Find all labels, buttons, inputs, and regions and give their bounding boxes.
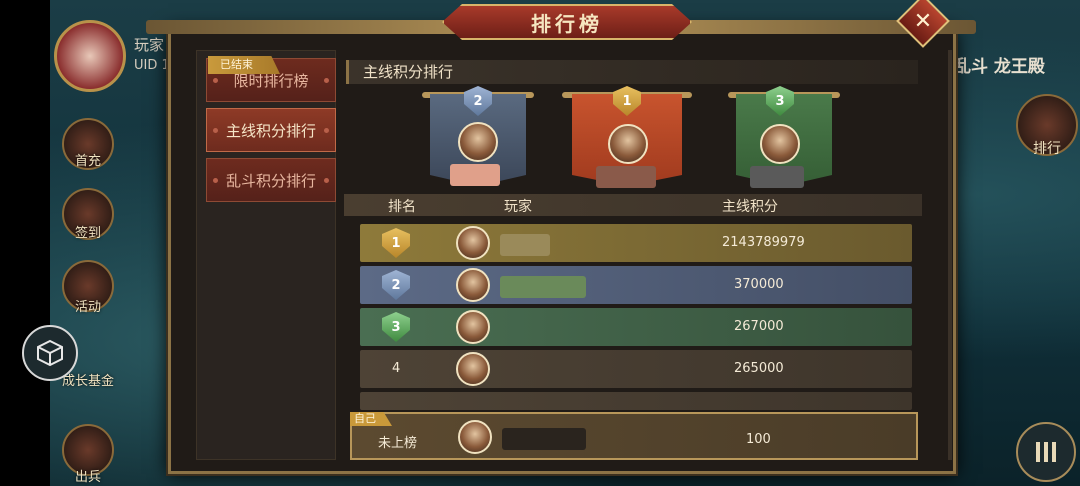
tab-brawl-score-ranking[interactable]: 乱斗积分排行 — [206, 158, 336, 202]
tab-mainline-score-ranking[interactable]: 主线积分排行 — [206, 108, 336, 152]
header-score: 主线积分 — [722, 199, 778, 215]
player-score: 265000 — [734, 361, 784, 376]
rank-2-shield-icon: 2 — [382, 270, 410, 300]
player-name-redacted — [500, 234, 550, 256]
rank-3-shield-icon: 3 — [382, 312, 410, 342]
checkin-label: 签到 — [74, 226, 101, 241]
close-icon[interactable]: ✕ — [904, 2, 942, 40]
podium-name-1-redacted — [596, 166, 656, 188]
table-row[interactable]: 1 2143789979 — [360, 224, 912, 262]
player-portrait[interactable] — [456, 310, 490, 344]
player-portrait[interactable] — [456, 268, 490, 302]
table-row[interactable]: 3 267000 — [360, 308, 912, 346]
podium-portrait-2[interactable] — [458, 122, 498, 162]
table-row[interactable]: 2 370000 — [360, 266, 912, 304]
player-avatar[interactable] — [54, 20, 126, 92]
activity-label: 活动 — [74, 300, 101, 315]
player-rank: 4 — [392, 361, 401, 376]
tab-dot-icon — [324, 178, 329, 183]
player-score: 370000 — [734, 277, 784, 292]
map-title: 乱斗 龙王殿 — [954, 57, 1045, 77]
menu-icon[interactable] — [1016, 422, 1076, 482]
table-row-partial[interactable] — [360, 392, 912, 410]
player-score: 2143789979 — [722, 235, 805, 250]
dispatch-label: 出兵 — [74, 470, 101, 485]
dialog-title-plate: 排行榜 — [442, 4, 692, 40]
rank-1-shield-icon: 1 — [382, 228, 410, 258]
player-name-redacted — [500, 276, 586, 298]
rank-label: 排行 — [1033, 141, 1061, 157]
dialog-title: 排行榜 — [531, 11, 603, 36]
player-score: 267000 — [734, 319, 784, 334]
self-portrait[interactable] — [458, 420, 492, 454]
tab-dot-icon — [324, 128, 329, 133]
self-name-redacted — [502, 428, 586, 450]
player-portrait[interactable] — [456, 352, 490, 386]
header-rank: 排名 — [388, 199, 416, 215]
cube-menu-icon[interactable] — [22, 325, 78, 381]
tab-label: 乱斗积分排行 — [225, 171, 316, 190]
self-row: 未上榜 100 — [350, 412, 918, 460]
table-row[interactable]: 4 265000 — [360, 350, 912, 388]
header-player: 玩家 — [504, 199, 532, 215]
podium-portrait-1[interactable] — [608, 124, 648, 164]
podium-name-3-redacted — [750, 166, 804, 188]
scrollbar[interactable] — [948, 50, 952, 460]
self-score: 100 — [746, 432, 771, 447]
tab-dot-icon — [213, 178, 218, 183]
table-header: 排名 玩家 主线积分 — [344, 194, 922, 216]
tab-label: 主线积分排行 — [225, 121, 316, 140]
left-letterbox — [0, 0, 50, 486]
ended-badge: 已结束 — [208, 56, 280, 74]
podium-name-2-redacted — [450, 164, 500, 186]
player-uid: UID 1 — [134, 58, 170, 73]
player-portrait[interactable] — [456, 226, 490, 260]
player-name: 玩家 — [134, 36, 165, 54]
first-charge-label: 首充 — [74, 154, 101, 169]
tab-dot-icon — [213, 78, 218, 83]
podium-portrait-3[interactable] — [760, 124, 800, 164]
tab-dot-icon — [213, 128, 218, 133]
section-title: 主线积分排行 — [346, 60, 918, 84]
tab-dot-icon — [324, 78, 329, 83]
self-rank: 未上榜 — [378, 436, 418, 451]
